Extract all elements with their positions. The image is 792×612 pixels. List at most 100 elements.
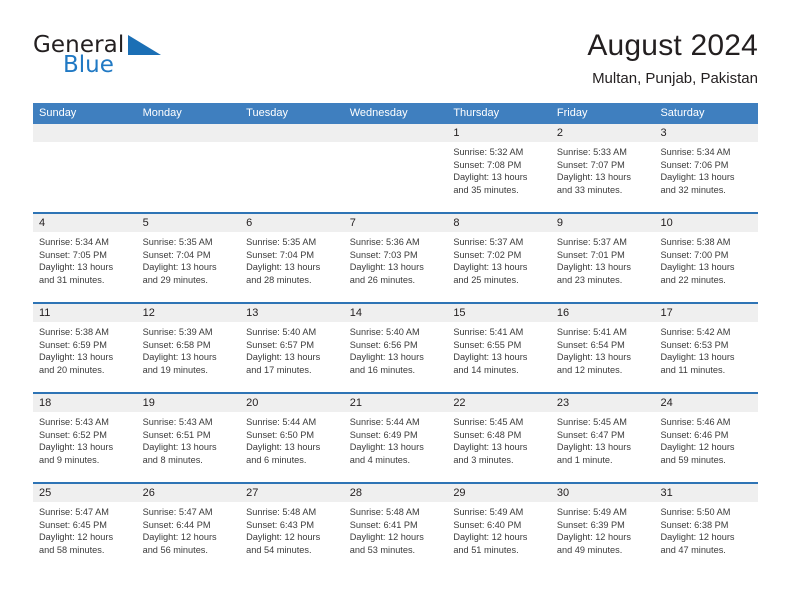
- sunset-text: Sunset: 7:04 PM: [246, 249, 315, 260]
- day-cell[interactable]: [343, 124, 448, 212]
- daylight-text-line1: Daylight: 13 hours: [556, 172, 631, 183]
- day-cell[interactable]: 17 Sunrise: 5:42 AM Sunset: 6:53 PM Dayl…: [654, 304, 759, 392]
- daylight-text-line1: Daylight: 13 hours: [39, 262, 114, 273]
- sunset-text: Sunset: 7:08 PM: [453, 159, 522, 170]
- day-number: 26: [136, 484, 241, 502]
- sunrise-text: Sunrise: 5:43 AM: [39, 417, 109, 427]
- day-cell[interactable]: 9 Sunrise: 5:37 AM Sunset: 7:01 PM Dayli…: [550, 214, 655, 302]
- day-cell[interactable]: 29 Sunrise: 5:49 AM Sunset: 6:40 PM Dayl…: [447, 484, 551, 572]
- day-cell[interactable]: 23 Sunrise: 5:45 AM Sunset: 6:47 PM Dayl…: [550, 394, 655, 482]
- sunset-text: Sunset: 6:46 PM: [660, 429, 729, 440]
- day-cell[interactable]: 7 Sunrise: 5:36 AM Sunset: 7:03 PM Dayli…: [343, 214, 448, 302]
- daylight-text-line1: Daylight: 12 hours: [453, 532, 528, 543]
- daylight-text-line1: Daylight: 13 hours: [556, 262, 631, 273]
- sunrise-text: Sunrise: 5:35 AM: [142, 237, 213, 247]
- day-details: [240, 142, 344, 146]
- daylight-text-line1: Daylight: 12 hours: [660, 532, 735, 543]
- day-cell[interactable]: 19 Sunrise: 5:43 AM Sunset: 6:51 PM Dayl…: [136, 394, 241, 482]
- sunrise-text: Sunrise: 5:44 AM: [349, 417, 420, 427]
- sunrise-text: Sunrise: 5:47 AM: [39, 507, 109, 517]
- day-cell[interactable]: 20 Sunrise: 5:44 AM Sunset: 6:50 PM Dayl…: [240, 394, 344, 482]
- sunrise-text: Sunrise: 5:35 AM: [246, 237, 317, 247]
- sunrise-text: Sunrise: 5:50 AM: [660, 507, 731, 517]
- day-cell[interactable]: 1 Sunrise: 5:32 AM Sunset: 7:08 PM Dayli…: [447, 124, 551, 212]
- sunrise-text: Sunrise: 5:44 AM: [246, 417, 317, 427]
- daylight-text-line1: Daylight: 13 hours: [453, 172, 528, 183]
- day-details: [344, 142, 448, 146]
- day-cell[interactable]: 31 Sunrise: 5:50 AM Sunset: 6:38 PM Dayl…: [654, 484, 759, 572]
- day-number: 23: [550, 394, 655, 412]
- daylight-text-line2: and 22 minutes.: [660, 274, 726, 285]
- day-cell[interactable]: 4 Sunrise: 5:34 AM Sunset: 7:05 PM Dayli…: [33, 214, 137, 302]
- day-details: Sunrise: 5:35 AM Sunset: 7:04 PM Dayligh…: [240, 232, 344, 286]
- daylight-text-line2: and 56 minutes.: [142, 544, 208, 555]
- sunrise-text: Sunrise: 5:46 AM: [660, 417, 731, 427]
- day-cell[interactable]: 16 Sunrise: 5:41 AM Sunset: 6:54 PM Dayl…: [550, 304, 655, 392]
- daylight-text-line2: and 1 minute.: [556, 454, 613, 465]
- day-cell[interactable]: 18 Sunrise: 5:43 AM Sunset: 6:52 PM Dayl…: [33, 394, 137, 482]
- day-cell[interactable]: 25 Sunrise: 5:47 AM Sunset: 6:45 PM Dayl…: [33, 484, 137, 572]
- day-cell[interactable]: 22 Sunrise: 5:45 AM Sunset: 6:48 PM Dayl…: [447, 394, 551, 482]
- day-cell[interactable]: 21 Sunrise: 5:44 AM Sunset: 6:49 PM Dayl…: [343, 394, 448, 482]
- day-cell[interactable]: 24 Sunrise: 5:46 AM Sunset: 6:46 PM Dayl…: [654, 394, 759, 482]
- week-row: 18 Sunrise: 5:43 AM Sunset: 6:52 PM Dayl…: [33, 392, 759, 482]
- day-cell[interactable]: 5 Sunrise: 5:35 AM Sunset: 7:04 PM Dayli…: [136, 214, 241, 302]
- daylight-text-line1: Daylight: 12 hours: [142, 532, 217, 543]
- sunset-text: Sunset: 6:58 PM: [142, 339, 211, 350]
- day-cell[interactable]: [33, 124, 137, 212]
- day-number: 15: [447, 304, 551, 322]
- daylight-text-line2: and 4 minutes.: [349, 454, 411, 465]
- day-cell[interactable]: 30 Sunrise: 5:49 AM Sunset: 6:39 PM Dayl…: [550, 484, 655, 572]
- day-details: Sunrise: 5:48 AM Sunset: 6:43 PM Dayligh…: [240, 502, 344, 556]
- daylight-text-line1: Daylight: 13 hours: [660, 172, 735, 183]
- sunrise-text: Sunrise: 5:40 AM: [349, 327, 420, 337]
- day-cell[interactable]: [136, 124, 241, 212]
- day-details: Sunrise: 5:37 AM Sunset: 7:01 PM Dayligh…: [551, 232, 655, 286]
- daylight-text-line2: and 53 minutes.: [349, 544, 416, 555]
- sunrise-text: Sunrise: 5:39 AM: [142, 327, 213, 337]
- day-cell[interactable]: [240, 124, 344, 212]
- day-cell[interactable]: 10 Sunrise: 5:38 AM Sunset: 7:00 PM Dayl…: [654, 214, 759, 302]
- day-details: Sunrise: 5:46 AM Sunset: 6:46 PM Dayligh…: [654, 412, 758, 466]
- sunset-text: Sunset: 6:43 PM: [246, 519, 315, 530]
- day-cell[interactable]: 28 Sunrise: 5:48 AM Sunset: 6:41 PM Dayl…: [343, 484, 448, 572]
- daylight-text-line2: and 23 minutes.: [556, 274, 623, 285]
- sunrise-text: Sunrise: 5:40 AM: [246, 327, 317, 337]
- day-cell[interactable]: 12 Sunrise: 5:39 AM Sunset: 6:58 PM Dayl…: [136, 304, 241, 392]
- day-details: Sunrise: 5:47 AM Sunset: 6:45 PM Dayligh…: [33, 502, 137, 556]
- day-details: Sunrise: 5:45 AM Sunset: 6:48 PM Dayligh…: [447, 412, 551, 466]
- day-cell[interactable]: 14 Sunrise: 5:40 AM Sunset: 6:56 PM Dayl…: [343, 304, 448, 392]
- brand-logo[interactable]: General Blue: [33, 32, 223, 90]
- sunrise-text: Sunrise: 5:48 AM: [246, 507, 317, 517]
- day-cell[interactable]: 26 Sunrise: 5:47 AM Sunset: 6:44 PM Dayl…: [136, 484, 241, 572]
- daylight-text-line1: Daylight: 13 hours: [660, 352, 735, 363]
- day-details: Sunrise: 5:38 AM Sunset: 7:00 PM Dayligh…: [654, 232, 758, 286]
- day-number: 22: [447, 394, 551, 412]
- daylight-text-line1: Daylight: 13 hours: [39, 442, 114, 453]
- sunrise-text: Sunrise: 5:37 AM: [453, 237, 524, 247]
- weekday-header-sunday: Sunday: [39, 107, 77, 119]
- day-number: 14: [343, 304, 448, 322]
- day-cell[interactable]: 15 Sunrise: 5:41 AM Sunset: 6:55 PM Dayl…: [447, 304, 551, 392]
- day-cell[interactable]: 11 Sunrise: 5:38 AM Sunset: 6:59 PM Dayl…: [33, 304, 137, 392]
- sunrise-text: Sunrise: 5:49 AM: [556, 507, 627, 517]
- day-cell[interactable]: 8 Sunrise: 5:37 AM Sunset: 7:02 PM Dayli…: [447, 214, 551, 302]
- day-number: 25: [33, 484, 137, 502]
- page-subtitle-location: Multan, Punjab, Pakistan: [592, 70, 758, 87]
- day-number: 10: [654, 214, 759, 232]
- sunrise-text: Sunrise: 5:38 AM: [660, 237, 731, 247]
- sunset-text: Sunset: 6:59 PM: [39, 339, 107, 350]
- day-details: Sunrise: 5:49 AM Sunset: 6:39 PM Dayligh…: [551, 502, 655, 556]
- day-number: 18: [33, 394, 137, 412]
- day-cell[interactable]: 2 Sunrise: 5:33 AM Sunset: 7:07 PM Dayli…: [550, 124, 655, 212]
- sunrise-text: Sunrise: 5:41 AM: [453, 327, 524, 337]
- weekday-header-friday: Friday: [556, 107, 588, 119]
- day-details: Sunrise: 5:34 AM Sunset: 7:05 PM Dayligh…: [33, 232, 137, 286]
- day-cell[interactable]: 27 Sunrise: 5:48 AM Sunset: 6:43 PM Dayl…: [240, 484, 344, 572]
- day-details: Sunrise: 5:43 AM Sunset: 6:52 PM Dayligh…: [33, 412, 137, 466]
- day-cell[interactable]: 3 Sunrise: 5:34 AM Sunset: 7:06 PM Dayli…: [654, 124, 759, 212]
- day-cell[interactable]: 13 Sunrise: 5:40 AM Sunset: 6:57 PM Dayl…: [240, 304, 344, 392]
- sunrise-text: Sunrise: 5:48 AM: [349, 507, 420, 517]
- day-cell[interactable]: 6 Sunrise: 5:35 AM Sunset: 7:04 PM Dayli…: [240, 214, 344, 302]
- day-number: 19: [136, 394, 241, 412]
